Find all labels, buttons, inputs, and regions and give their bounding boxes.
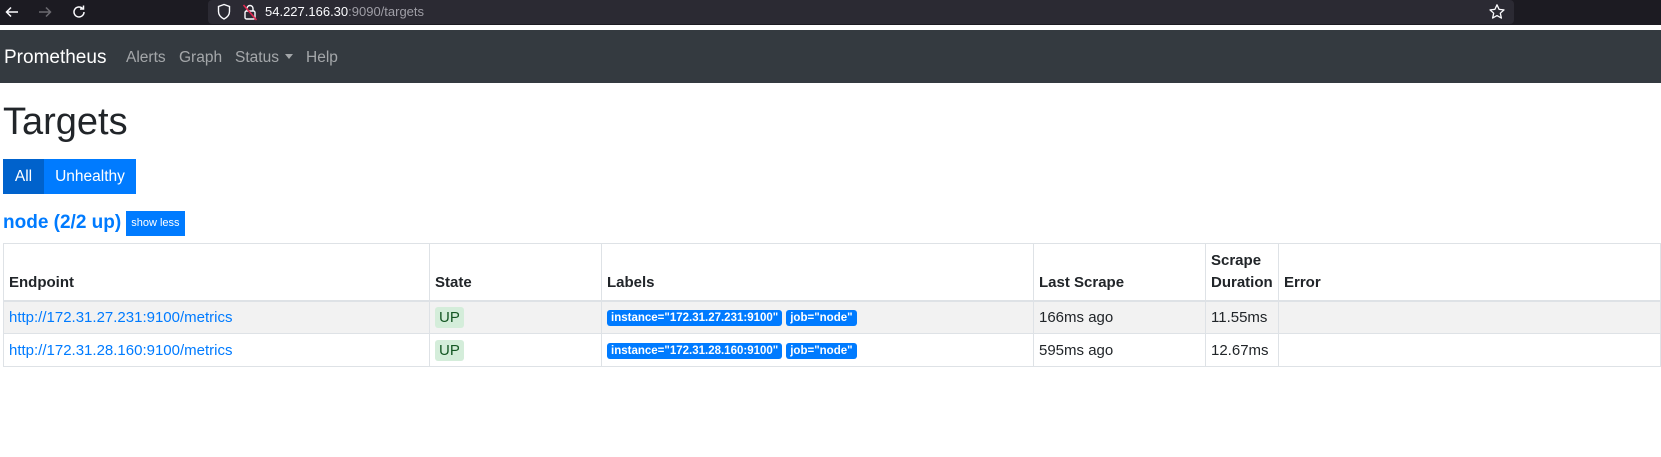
filter-unhealthy-button[interactable]: Unhealthy [44,159,136,194]
error-cell [1278,300,1661,334]
endpoint-cell: http://172.31.27.231:9100/metrics [3,300,430,334]
url-host: 54.227.166.30 [265,4,349,19]
table-row: http://172.31.28.160:9100/metrics UP ins… [3,333,1661,367]
endpoint-cell: http://172.31.28.160:9100/metrics [3,333,430,367]
scrape-duration-cell: 11.55ms [1205,300,1279,334]
arrow-left-icon[interactable] [2,2,22,22]
url-bar[interactable]: 54.227.166.30:9090/targets [208,0,1514,24]
filter-all-button[interactable]: All [3,159,44,194]
page-title: Targets [3,101,128,143]
shield-icon[interactable] [216,3,232,21]
table-header-row: Endpoint State Labels Last Scrape Scrape… [3,243,1661,302]
state-cell: UP [429,333,602,367]
job-header: node (2/2 up) show less [3,210,185,236]
filter-button-group: All Unhealthy [3,159,136,194]
nav-status-dropdown[interactable]: Status [235,48,293,68]
column-header-endpoint: Endpoint [3,243,430,302]
endpoint-link[interactable]: http://172.31.27.231:9100/metrics [9,309,232,326]
url-text[interactable]: 54.227.166.30:9090/targets [265,4,424,20]
label-badge-job: job="node" [786,343,857,359]
table-row: http://172.31.27.231:9100/metrics UP ins… [3,300,1661,334]
label-badge-job: job="node" [786,310,857,327]
arrow-right-icon[interactable] [35,2,55,22]
nav-alerts[interactable]: Alerts [126,48,166,68]
last-scrape-cell: 595ms ago [1033,333,1206,367]
error-cell [1278,333,1661,367]
column-header-state: State [429,243,602,302]
caret-down-icon [284,54,293,59]
nav-help[interactable]: Help [306,48,338,68]
label-badge-instance: instance="172.31.27.231:9100" [607,310,783,327]
column-header-error: Error [1278,243,1661,302]
column-header-last-scrape: Last Scrape [1033,243,1206,302]
job-title-link[interactable]: node (2/2 up) [3,211,121,235]
nav-status-label: Status [235,49,279,66]
column-header-labels: Labels [601,243,1034,302]
star-icon[interactable] [1486,1,1508,23]
reload-icon[interactable] [69,2,89,22]
last-scrape-cell: 166ms ago [1033,300,1206,334]
labels-cell: instance="172.31.27.231:9100" job="node" [601,300,1034,334]
endpoint-link[interactable]: http://172.31.28.160:9100/metrics [9,342,232,359]
navbar: Prometheus Alerts Graph Status Help [0,30,1661,83]
show-less-button[interactable]: show less [126,210,185,236]
state-badge: UP [435,339,464,361]
brand-link[interactable]: Prometheus [4,46,106,70]
scrape-duration-line1: Scrape [1211,251,1262,269]
nav-graph[interactable]: Graph [179,48,222,68]
targets-table: Endpoint State Labels Last Scrape Scrape… [3,243,1661,367]
labels-cell: instance="172.31.28.160:9100" job="node" [601,333,1034,367]
label-badge-instance: instance="172.31.28.160:9100" [607,343,783,359]
url-port-path: :9090/targets [348,4,425,19]
scrape-duration-line2: Duration [1211,273,1273,291]
state-cell: UP [429,300,602,334]
scrape-duration-cell: 12.67ms [1205,333,1279,367]
column-header-scrape-duration: Scrape Duration [1205,243,1279,302]
state-badge: UP [435,306,464,328]
browser-toolbar: 54.227.166.30:9090/targets [0,0,1661,25]
insecure-lock-icon[interactable] [242,3,258,21]
